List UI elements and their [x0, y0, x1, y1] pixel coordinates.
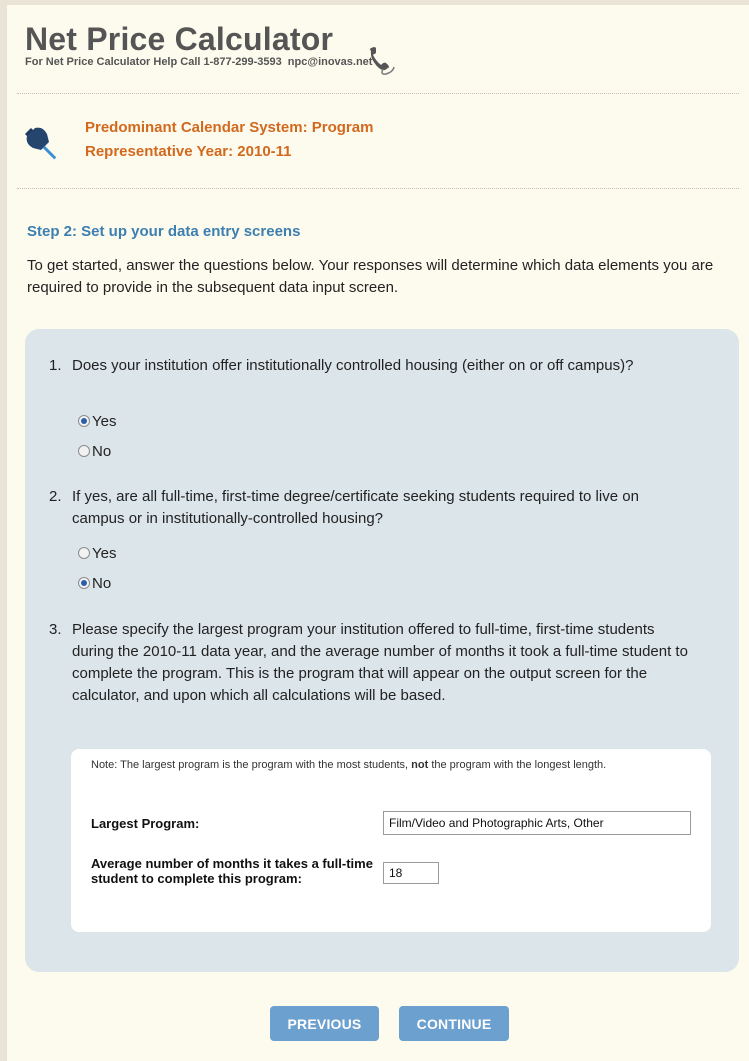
program-note: Note: The largest program is the program…	[91, 759, 691, 772]
calendar-text: Predominant Calendar System: Program Rep…	[85, 116, 373, 164]
question-text: Does your institution offer institutiona…	[72, 357, 634, 374]
program-details-box: Note: The largest program is the program…	[71, 749, 711, 932]
q2-option-yes[interactable]: Yes	[78, 543, 116, 563]
continue-button[interactable]: CONTINUE	[399, 1006, 509, 1041]
option-label: No	[92, 442, 112, 460]
question-number: 2.	[49, 488, 62, 505]
question-3: 3. Please specify the largest program yo…	[49, 619, 689, 707]
question-number: 3.	[49, 621, 62, 638]
help-email-link[interactable]: npc@inovas.net	[288, 56, 373, 68]
divider-bottom	[17, 188, 739, 189]
step-intro: To get started, answer the questions bel…	[27, 257, 714, 296]
option-label: Yes	[92, 544, 117, 562]
note-text-end: the program with the longest length.	[428, 759, 607, 771]
average-months-input[interactable]	[383, 862, 439, 884]
calendar-system: Predominant Calendar System: Program	[85, 119, 374, 136]
largest-program-label: Largest Program:	[91, 816, 200, 831]
question-number: 1.	[49, 357, 62, 374]
radio-button[interactable]	[78, 445, 90, 457]
step-title: Step 2: Set up your data entry screens	[27, 223, 301, 240]
option-label: No	[92, 574, 112, 592]
radio-button[interactable]	[78, 547, 90, 559]
calendar-info: Predominant Calendar System: Program Rep…	[7, 94, 749, 188]
average-months-label: Average number of months it takes a full…	[91, 856, 373, 886]
note-text: Note: The largest program is the program…	[91, 759, 412, 771]
page: Net Price Calculator For Net Price Calcu…	[7, 5, 749, 1061]
note-emphasis: not	[411, 759, 429, 771]
help-phone-text: For Net Price Calculator Help Call 1-877…	[25, 56, 282, 68]
q2-option-no[interactable]: No	[78, 573, 111, 593]
q1-option-yes[interactable]: Yes	[78, 411, 116, 431]
radio-button-selected[interactable]	[78, 577, 90, 589]
question-1: 1. Does your institution offer instituti…	[49, 355, 689, 377]
radio-button-selected[interactable]	[78, 415, 90, 427]
question-text: If yes, are all full-time, first-time de…	[72, 488, 639, 527]
phone-icon	[370, 47, 395, 75]
question-text: Please specify the largest program your …	[72, 621, 688, 704]
representative-year: Representative Year: 2010-11	[85, 143, 292, 160]
question-2: 2. If yes, are all full-time, first-time…	[49, 486, 689, 530]
previous-button[interactable]: PREVIOUS	[270, 1006, 379, 1041]
largest-program-input[interactable]	[383, 811, 691, 835]
option-label: Yes	[92, 412, 117, 430]
header: Net Price Calculator For Net Price Calcu…	[7, 5, 749, 77]
questions-panel: 1. Does your institution offer instituti…	[25, 329, 739, 972]
pushpin-icon	[25, 127, 57, 160]
q1-option-no[interactable]: No	[78, 441, 111, 461]
